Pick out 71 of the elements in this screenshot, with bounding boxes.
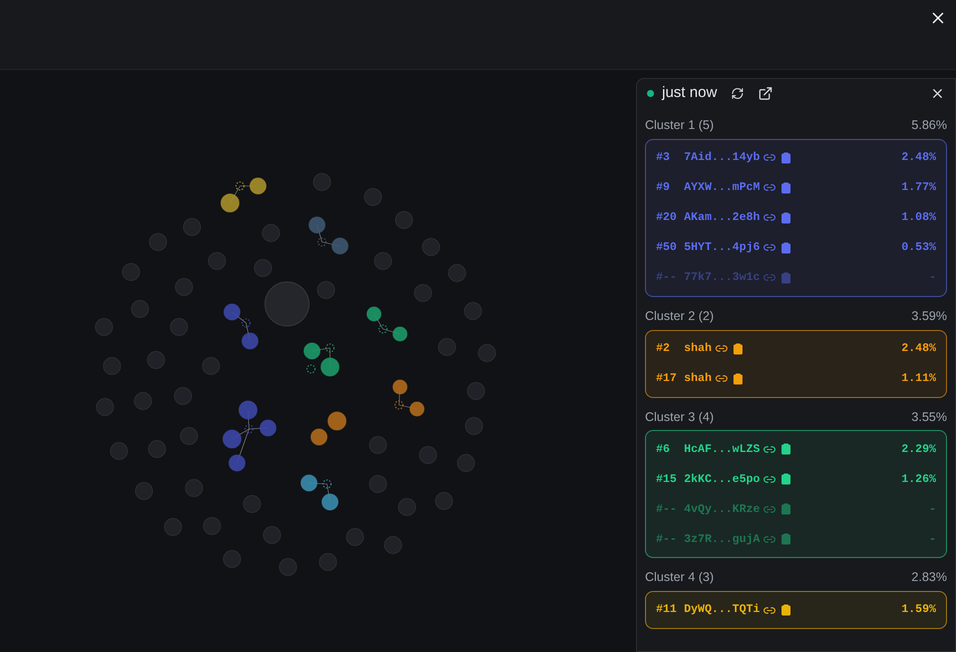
share-value: 2.48% — [901, 340, 936, 357]
clipboard-icon — [780, 242, 792, 254]
address-link[interactable]: DyWQ...TQTi — [684, 601, 760, 619]
rank-label: #-- — [656, 270, 678, 286]
address-link[interactable]: shah — [684, 370, 712, 388]
address-link[interactable]: 2kKC...e5po — [684, 470, 760, 488]
share-value: 1.11% — [901, 370, 936, 387]
wallet-row[interactable]: #20 AKam...2e8h 1.08% — [656, 202, 936, 233]
clipboard-icon — [780, 604, 792, 616]
rank-label: #15 — [656, 472, 678, 488]
cluster-label: Cluster 3 (4) — [645, 408, 714, 426]
share-value: 2.29% — [901, 442, 936, 458]
address-link[interactable]: shah — [684, 340, 712, 358]
wallet-row[interactable]: #17 shah 1.11% — [656, 364, 936, 394]
rank-label: #50 — [656, 240, 678, 256]
wallet-row[interactable]: #9 AYXW...mPcM 1.77% — [656, 172, 936, 203]
wallet-row[interactable]: #6 HcAF...wLZS 2.29% — [656, 434, 936, 464]
address-link[interactable]: 4vQy...KRze — [684, 500, 760, 518]
address-link[interactable]: 5HYT...4pj6 — [684, 239, 760, 256]
wallet-row[interactable]: #-- 4vQy...KRze - — [656, 494, 936, 524]
rank-label: #11 — [656, 602, 678, 618]
address-link[interactable]: AYXW...mPcM — [684, 179, 760, 196]
clipboard-icon — [732, 342, 744, 354]
cluster-share: 3.59% — [912, 308, 947, 325]
rank-label: #20 — [656, 210, 678, 226]
address-link[interactable]: 3z7R...gujA — [684, 530, 760, 548]
clipboard-icon — [780, 443, 792, 456]
rank-label: #17 — [656, 370, 678, 387]
share-value: - — [929, 532, 936, 548]
rank-label: #9 — [656, 180, 671, 196]
address-link[interactable]: AKam...2e8h — [684, 209, 760, 226]
external-link-icon — [758, 86, 774, 100]
address-link[interactable]: HcAF...wLZS — [684, 440, 760, 458]
clipboard-icon — [780, 533, 792, 546]
clipboard-icon — [780, 473, 792, 486]
cluster-label: Cluster 1 (5) — [645, 117, 714, 134]
cluster-label: Cluster 2 (2) — [645, 308, 714, 325]
rank-label: #-- — [656, 532, 678, 548]
refresh-button[interactable] — [731, 86, 744, 100]
rank-label: #6 — [656, 442, 671, 458]
wallet-row[interactable]: #3 7Aid...14yb 2.48% — [656, 142, 936, 173]
clipboard-icon — [780, 212, 792, 224]
wallet-row[interactable]: #15 2kKC...e5po 1.26% — [656, 464, 936, 494]
cluster-share: 5.86% — [912, 117, 947, 134]
clipboard-icon — [780, 272, 792, 284]
rank-label: #2 — [656, 340, 671, 357]
share-value: - — [929, 270, 936, 286]
rank-label: #-- — [656, 502, 678, 518]
share-value: 2.48% — [901, 150, 936, 166]
share-value: 1.08% — [901, 210, 936, 226]
clipboard-icon — [732, 372, 744, 384]
share-value: 1.26% — [901, 472, 936, 488]
wallet-row[interactable]: #-- 3z7R...gujA - — [656, 524, 936, 554]
address-link[interactable]: 7Aid...14yb — [684, 149, 760, 166]
status-label: just now — [662, 82, 718, 103]
refresh-icon — [731, 86, 744, 100]
cluster-share: 3.55% — [912, 408, 947, 426]
share-value: - — [929, 502, 936, 518]
external-link-button[interactable] — [758, 86, 774, 100]
wallet-row[interactable]: #11 DyWQ...TQTi 1.59% — [656, 595, 936, 625]
wallet-row[interactable]: #50 5HYT...4pj6 0.53% — [656, 232, 936, 263]
cluster-share: 2.83% — [912, 569, 947, 586]
clipboard-icon — [780, 152, 792, 164]
clipboard-icon — [780, 182, 792, 194]
share-value: 1.59% — [901, 602, 936, 618]
wallet-row[interactable]: #2 shah 2.48% — [656, 334, 936, 364]
share-value: 0.53% — [901, 240, 936, 256]
rank-label: #3 — [656, 150, 671, 166]
clipboard-icon — [780, 503, 792, 516]
cluster-label: Cluster 4 (3) — [645, 569, 714, 586]
share-value: 1.77% — [901, 180, 936, 196]
